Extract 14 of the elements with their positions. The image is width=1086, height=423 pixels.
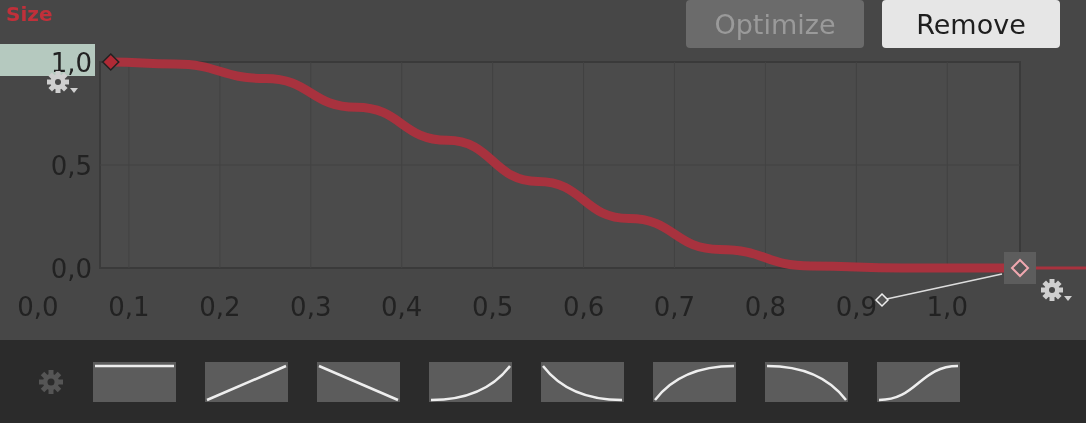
settings-icon[interactable] <box>1041 279 1072 301</box>
curve-preset[interactable] <box>653 361 736 402</box>
curve-preset[interactable] <box>429 361 512 402</box>
curve-preset[interactable] <box>541 361 624 402</box>
curve-preset[interactable] <box>765 361 848 402</box>
remove-button[interactable]: Remove <box>882 0 1060 48</box>
curve-preset[interactable] <box>877 361 960 402</box>
axis-label: 1,0 <box>50 48 92 78</box>
curve-preset[interactable] <box>93 361 176 402</box>
curve-label: Size <box>6 2 53 26</box>
curve-preset[interactable] <box>317 361 400 402</box>
keyframe-marker[interactable] <box>1004 252 1036 284</box>
curve-preset[interactable] <box>205 361 288 402</box>
keyframe-marker[interactable] <box>101 52 120 72</box>
